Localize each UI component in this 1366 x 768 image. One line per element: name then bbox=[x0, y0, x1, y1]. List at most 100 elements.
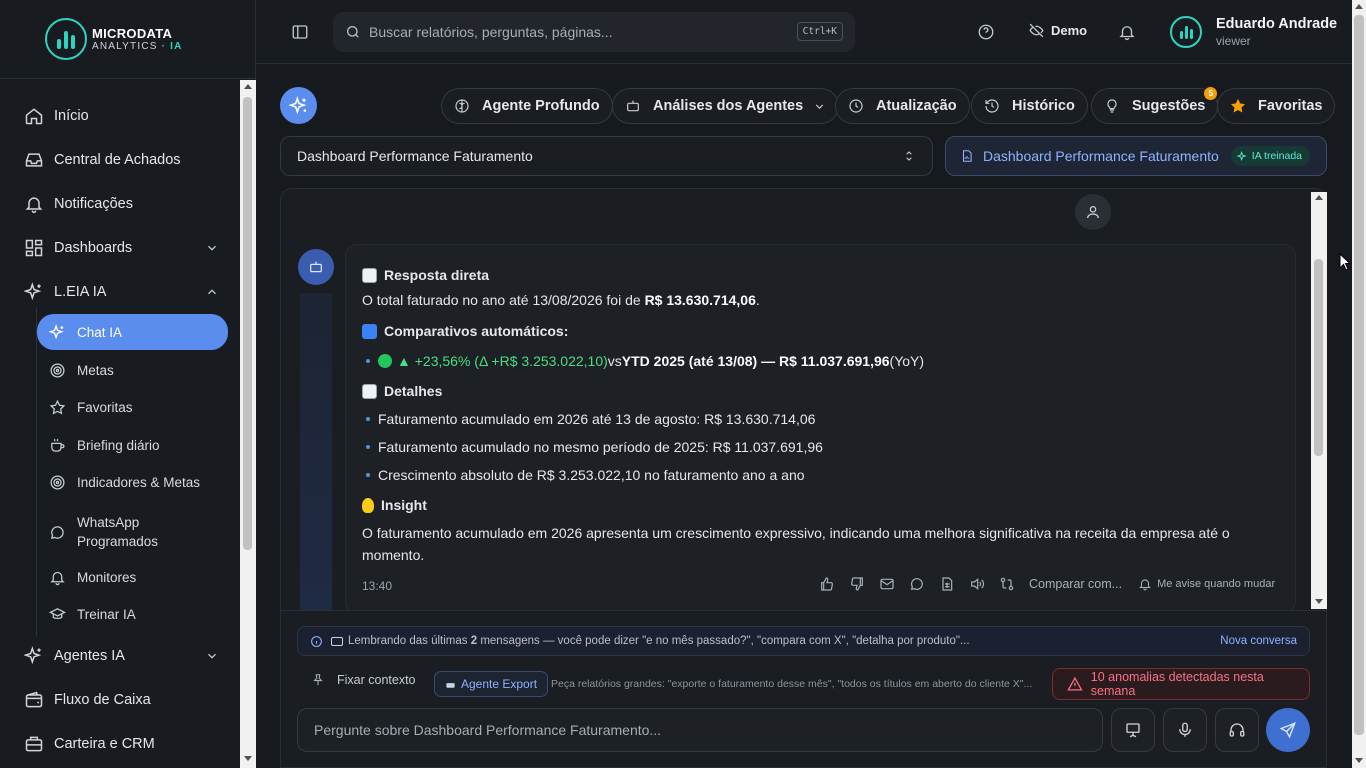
favoritas-button[interactable]: Favoritas bbox=[1217, 88, 1336, 124]
bot-icon bbox=[310, 261, 322, 273]
thumbs-down-icon[interactable] bbox=[849, 576, 865, 592]
mail-icon[interactable] bbox=[879, 576, 895, 592]
active-dashboard-pill[interactable]: Dashboard Performance Faturamento IA tre… bbox=[945, 136, 1327, 176]
prompt-field[interactable] bbox=[297, 708, 1103, 752]
avatar[interactable] bbox=[1170, 16, 1202, 48]
analises-agentes-dropdown[interactable]: Análises dos Agentes bbox=[612, 88, 840, 124]
chevron-up-icon bbox=[208, 289, 216, 295]
volume-icon[interactable] bbox=[969, 576, 985, 592]
send-button[interactable] bbox=[1266, 708, 1310, 752]
sidebar-subitem-chat-ia[interactable]: Chat IA bbox=[37, 314, 228, 350]
sidebar-subitem-treinar-ia[interactable]: Treinar IA bbox=[37, 605, 228, 623]
sidebar-item-central-achados[interactable]: Central de Achados bbox=[24, 148, 219, 172]
alert-triangle-icon bbox=[1067, 676, 1083, 691]
microphone-button[interactable] bbox=[1163, 708, 1207, 752]
sidebar-subitem-favoritas[interactable]: Favoritas bbox=[37, 398, 228, 416]
logo-icon bbox=[45, 18, 87, 60]
presentation-button[interactable] bbox=[1111, 708, 1155, 752]
agente-profundo-button[interactable]: Agente Profundo bbox=[441, 88, 613, 124]
demo-toggle[interactable]: Demo bbox=[1028, 22, 1087, 39]
user-role: viewer bbox=[1216, 34, 1251, 48]
star-icon bbox=[49, 399, 66, 415]
sidebar-subitem-whatsapp[interactable]: WhatsApp Programados bbox=[37, 512, 228, 552]
info-icon bbox=[311, 635, 322, 647]
chevron-down-icon bbox=[208, 245, 216, 251]
chat-icon bbox=[50, 525, 64, 539]
scroll-down-icon[interactable] bbox=[244, 756, 252, 761]
search-input[interactable] bbox=[369, 24, 769, 40]
sidebar-scroll-thumb[interactable] bbox=[243, 97, 252, 550]
bar-chart-icon bbox=[362, 267, 377, 283]
anomalies-alert[interactable]: 10 anomalias detectadas nesta semana bbox=[1052, 668, 1310, 700]
grid-icon bbox=[25, 239, 43, 257]
dashboard-select[interactable]: Dashboard Performance Faturamento bbox=[280, 136, 933, 176]
user-name[interactable]: Eduardo Andrade bbox=[1216, 16, 1337, 32]
atualizacao-button[interactable]: Atualização bbox=[835, 88, 970, 124]
sugestoes-button[interactable]: Sugestões 5 bbox=[1091, 87, 1219, 124]
ia-trained-badge: IA treinada bbox=[1230, 146, 1310, 166]
brand-logo[interactable]: MICRODATA ANALYTICS · IA bbox=[0, 0, 255, 79]
historico-button[interactable]: Histórico bbox=[971, 88, 1088, 124]
sidebar-subitem-metas[interactable]: Metas bbox=[37, 361, 228, 379]
scroll-down-icon[interactable] bbox=[1315, 599, 1323, 604]
sparkles-icon bbox=[288, 95, 307, 114]
search-icon bbox=[347, 26, 359, 38]
export-agent-button[interactable]: Agente Export bbox=[434, 671, 549, 697]
insight-text: O faturamento acumulado em 2026 apresent… bbox=[362, 525, 1230, 563]
scroll-up-icon[interactable] bbox=[1315, 195, 1323, 200]
sidebar-subitem-briefing[interactable]: Briefing diário bbox=[37, 436, 228, 454]
list-item: Crescimento absoluto de R$ 3.253.022,10 … bbox=[362, 467, 805, 483]
pin-context-button[interactable]: Fixar contexto bbox=[311, 673, 416, 687]
sidebar-subitem-indicadores[interactable]: Indicadores & Metas bbox=[37, 473, 228, 491]
main-content: Agente Profundo Análises dos Agentes Atu… bbox=[256, 64, 1352, 768]
sidebar-toggle-icon[interactable] bbox=[291, 23, 309, 41]
scroll-up-icon[interactable] bbox=[1355, 4, 1363, 9]
refresh-icon bbox=[362, 323, 377, 339]
new-chat-link[interactable]: Nova conversa bbox=[1220, 635, 1297, 647]
chevron-up-down-icon bbox=[906, 151, 912, 161]
sidebar-item-notificacoes[interactable]: Notificações bbox=[24, 192, 219, 216]
voice-mode-button[interactable] bbox=[1215, 708, 1259, 752]
user-avatar bbox=[1075, 194, 1111, 230]
sidebar-item-agentes-ia[interactable]: Agentes IA bbox=[24, 644, 219, 668]
sidebar-item-dashboards[interactable]: Dashboards bbox=[24, 236, 219, 260]
assistant-rail bbox=[300, 293, 332, 610]
notify-change-button[interactable]: Me avise quando mudar bbox=[1157, 578, 1275, 590]
sidebar-item-leia-ia[interactable]: L.EIA IA bbox=[24, 280, 219, 304]
answer-total: O total faturado no ano até 13/08/2026 f… bbox=[362, 292, 760, 308]
trend-chart-icon bbox=[362, 383, 377, 399]
list-item: Faturamento acumulado em 2026 até 13 de … bbox=[362, 411, 815, 427]
comparison-yoy: ▲ +23,56% (Δ +R$ 3.253.022,10) vs YTD 20… bbox=[362, 353, 924, 369]
sidebar-item-carteira-crm[interactable]: Carteira e CRM bbox=[24, 732, 219, 756]
file-spreadsheet-icon[interactable] bbox=[939, 576, 955, 592]
mouse-cursor-icon bbox=[1339, 253, 1351, 271]
section-detalhes: Detalhes bbox=[362, 383, 442, 399]
send-icon bbox=[1279, 721, 1297, 739]
chat-icon[interactable] bbox=[909, 576, 925, 592]
sidebar-item-inicio[interactable]: Início bbox=[24, 104, 219, 128]
sidebar-subitem-monitores[interactable]: Monitores bbox=[37, 568, 228, 586]
compare-button[interactable]: Comparar com... bbox=[1029, 577, 1122, 591]
thumbs-up-icon[interactable] bbox=[819, 576, 835, 592]
file-chart-icon bbox=[962, 150, 972, 162]
briefcase-icon bbox=[25, 736, 43, 752]
global-search[interactable]: Ctrl+K bbox=[333, 12, 855, 52]
sugestoes-count-badge: 5 bbox=[1204, 87, 1218, 100]
brand-name: MICRODATA bbox=[92, 25, 173, 41]
prompt-input[interactable] bbox=[314, 722, 1084, 738]
section-insight: Insight bbox=[362, 497, 427, 513]
bell-icon[interactable] bbox=[1118, 23, 1136, 41]
scroll-up-icon[interactable] bbox=[244, 84, 252, 89]
page-scroll-thumb[interactable] bbox=[1354, 15, 1364, 735]
help-icon[interactable] bbox=[977, 23, 995, 41]
message-actions: Comparar com... Me avise quando mudar bbox=[819, 576, 1275, 592]
ai-spark-button[interactable] bbox=[280, 87, 317, 124]
sparkles-icon bbox=[49, 323, 64, 340]
scroll-down-icon[interactable] bbox=[1355, 758, 1363, 763]
chat-scroll-thumb[interactable] bbox=[1314, 259, 1323, 456]
chat-thread: Resposta direta O total faturado no ano … bbox=[280, 188, 1327, 610]
microphone-icon bbox=[1179, 722, 1191, 737]
compare-arrows-icon[interactable] bbox=[999, 576, 1015, 592]
sidebar-item-fluxo-caixa[interactable]: Fluxo de Caixa bbox=[24, 688, 219, 712]
home-icon bbox=[25, 108, 43, 125]
